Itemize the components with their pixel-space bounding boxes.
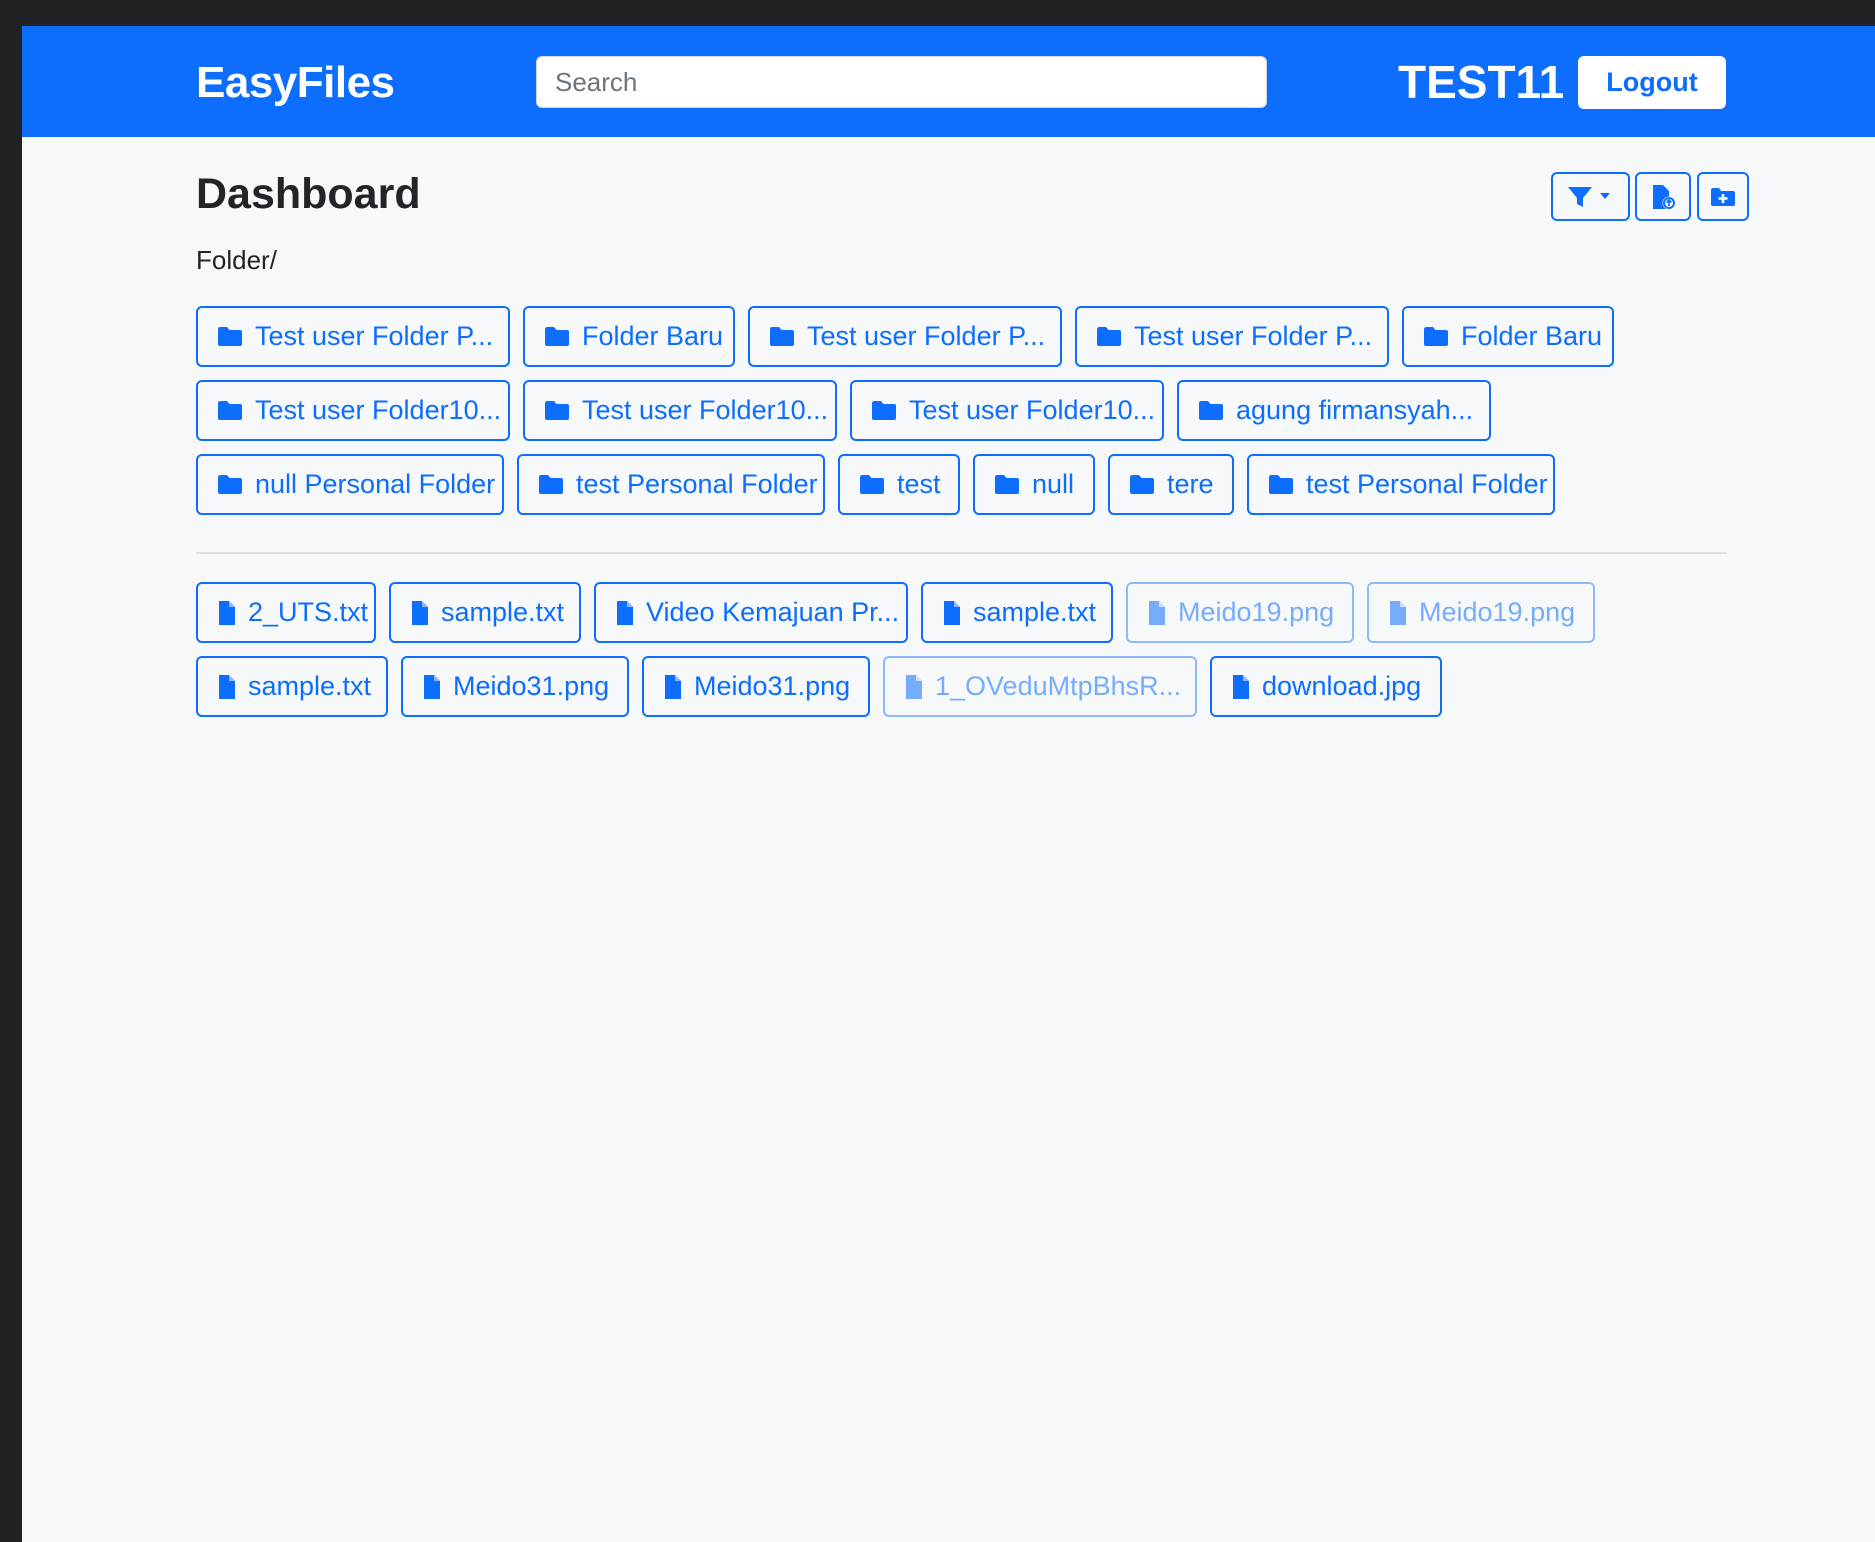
folder-label: Test user Folder P... — [255, 321, 494, 351]
folder-item[interactable]: Folder Baru — [1402, 306, 1614, 367]
folder-label: Test user Folder10... — [909, 395, 1156, 425]
folder-icon — [994, 474, 1020, 495]
file-item[interactable]: sample.txt — [921, 582, 1113, 643]
folder-item[interactable]: Test user Folder10... — [523, 380, 837, 441]
file-label: sample.txt — [441, 597, 565, 627]
file-label: sample.txt — [248, 671, 372, 701]
file-item[interactable]: Video Kemajuan Pr... — [594, 582, 908, 643]
file-item[interactable]: Meido31.png — [642, 656, 870, 717]
file-item[interactable]: 2_UTS.txt — [196, 582, 376, 643]
folder-item[interactable]: null Personal Folder — [196, 454, 504, 515]
section-divider — [196, 552, 1727, 554]
folder-label: null — [1032, 469, 1075, 499]
app-window: EasyFiles TEST11 Logout Dashboard Folder… — [22, 26, 1875, 1542]
file-icon — [615, 600, 635, 626]
file-icon — [942, 600, 962, 626]
folder-item[interactable]: Test user Folder P... — [748, 306, 1062, 367]
folder-label: test Personal Folder — [576, 469, 818, 499]
folder-item[interactable]: test Personal Folder — [517, 454, 825, 515]
file-label: Meido19.png — [1419, 597, 1576, 627]
folder-icon — [1198, 400, 1224, 421]
folder-label: test — [897, 469, 941, 499]
folder-item[interactable]: agung firmansyah... — [1177, 380, 1491, 441]
folder-label: Folder Baru — [1461, 321, 1603, 351]
folder-row-3: null Personal Folder test Personal Folde… — [196, 454, 1555, 515]
navbar: EasyFiles TEST11 Logout — [22, 26, 1875, 137]
folder-icon — [859, 474, 885, 495]
folder-icon — [1268, 474, 1294, 495]
folder-item[interactable]: Test user Folder10... — [196, 380, 510, 441]
folder-row-1: Test user Folder P... Folder Baru Test u… — [196, 306, 1614, 367]
folder-item[interactable]: Test user Folder10... — [850, 380, 1164, 441]
folder-icon — [871, 400, 897, 421]
folder-icon — [1129, 474, 1155, 495]
file-label: sample.txt — [973, 597, 1097, 627]
file-upload-icon — [1653, 184, 1676, 209]
logout-button[interactable]: Logout — [1578, 56, 1726, 109]
folder-icon — [217, 400, 243, 421]
file-item[interactable]: sample.txt — [389, 582, 581, 643]
folder-item[interactable]: Test user Folder P... — [1075, 306, 1389, 367]
folder-icon — [217, 326, 243, 347]
folder-label: test Personal Folder — [1306, 469, 1548, 499]
file-item[interactable]: Meido19.png — [1126, 582, 1354, 643]
file-row-2: sample.txt Meido31.png Meido31.png 1_OVe… — [196, 656, 1442, 717]
folder-icon — [1096, 326, 1122, 347]
search-input[interactable] — [536, 56, 1267, 108]
folder-plus-icon — [1711, 187, 1735, 206]
folder-item[interactable]: test — [838, 454, 960, 515]
folder-label: Test user Folder P... — [1134, 321, 1373, 351]
file-item[interactable]: 1_OVeduMtpBhsR... — [883, 656, 1197, 717]
folder-label: tere — [1167, 469, 1214, 499]
filter-button[interactable] — [1551, 172, 1630, 221]
file-icon — [1147, 600, 1167, 626]
folder-item[interactable]: test Personal Folder — [1247, 454, 1555, 515]
file-icon — [217, 600, 237, 626]
folder-label: agung firmansyah... — [1236, 395, 1474, 425]
folder-row-2: Test user Folder10... Test user Folder10… — [196, 380, 1491, 441]
folder-icon — [217, 474, 243, 495]
folder-item[interactable]: tere — [1108, 454, 1234, 515]
file-item[interactable]: Meido19.png — [1367, 582, 1595, 643]
file-item[interactable]: Meido31.png — [401, 656, 629, 717]
folder-label: Test user Folder10... — [255, 395, 502, 425]
folder-item[interactable]: null — [973, 454, 1095, 515]
folder-item[interactable]: Folder Baru — [523, 306, 735, 367]
file-label: Video Kemajuan Pr... — [646, 597, 900, 627]
file-icon — [663, 674, 683, 700]
file-icon — [410, 600, 430, 626]
folder-icon — [544, 400, 570, 421]
file-icon — [1231, 674, 1251, 700]
file-label: 2_UTS.txt — [248, 597, 369, 627]
file-item[interactable]: download.jpg — [1210, 656, 1442, 717]
folder-label: Test user Folder10... — [582, 395, 829, 425]
username: TEST11 — [1398, 56, 1565, 108]
file-label: Meido31.png — [694, 671, 851, 701]
file-item[interactable]: sample.txt — [196, 656, 388, 717]
file-label: download.jpg — [1262, 671, 1422, 701]
folder-icon — [1423, 326, 1449, 347]
folder-label: null Personal Folder — [255, 469, 496, 499]
brand-logo[interactable]: EasyFiles — [196, 58, 395, 108]
folder-label: Folder Baru — [582, 321, 724, 351]
folder-label: Test user Folder P... — [807, 321, 1046, 351]
page-title: Dashboard — [196, 170, 421, 218]
file-label: 1_OVeduMtpBhsR... — [935, 671, 1182, 701]
folder-item[interactable]: Test user Folder P... — [196, 306, 510, 367]
folder-icon — [538, 474, 564, 495]
folder-icon — [769, 326, 795, 347]
file-label: Meido31.png — [453, 671, 610, 701]
folder-icon — [544, 326, 570, 347]
file-icon — [217, 674, 237, 700]
file-label: Meido19.png — [1178, 597, 1335, 627]
breadcrumb: Folder/ — [196, 245, 277, 275]
file-icon — [904, 674, 924, 700]
new-folder-button[interactable] — [1697, 172, 1749, 221]
upload-file-button[interactable] — [1635, 172, 1691, 221]
file-icon — [422, 674, 442, 700]
file-row-1: 2_UTS.txt sample.txt Video Kemajuan Pr..… — [196, 582, 1595, 643]
file-icon — [1388, 600, 1408, 626]
filter-icon — [1567, 186, 1610, 207]
